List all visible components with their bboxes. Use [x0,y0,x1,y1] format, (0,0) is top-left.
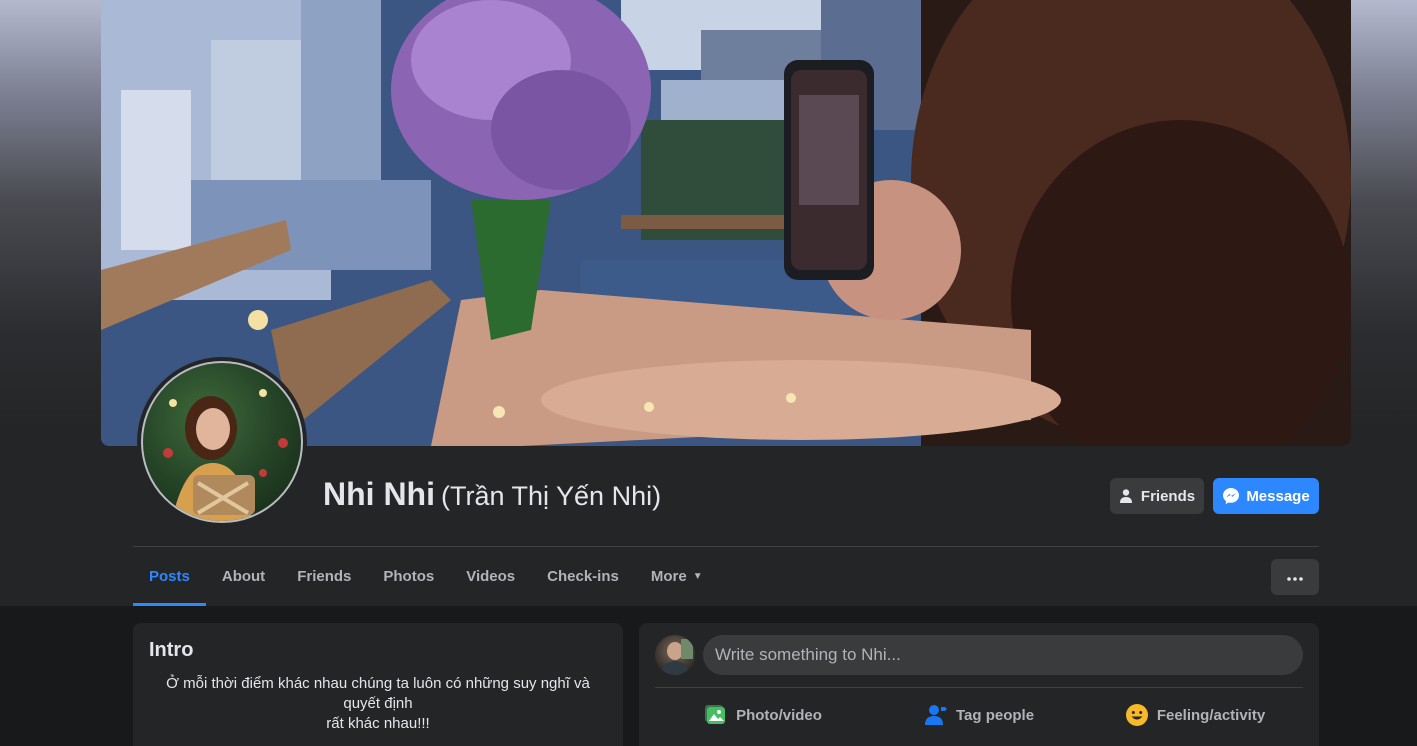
write-post-input[interactable]: Write something to Nhi... [703,635,1303,675]
tab-about[interactable]: About [206,547,281,606]
tab-videos[interactable]: Videos [450,547,531,606]
feeling-activity-button[interactable]: Feeling/activity [1087,695,1303,735]
tab-check-ins[interactable]: Check-ins [531,547,635,606]
photo-video-label: Photo/video [736,706,822,724]
intro-card: Intro Ở mỗi thời điểm khác nhau chúng ta… [133,623,623,746]
ellipsis-icon [1287,568,1303,586]
photo-icon [704,703,728,727]
tab-check-ins-label: Check-ins [547,568,619,585]
more-options-button[interactable] [1271,559,1319,595]
tab-more-label: More [650,568,687,585]
tag-people-label: Tag people [955,706,1035,724]
friends-button[interactable]: Friends [1110,478,1204,514]
profile-alternate-name: (Trần Thị Yến Nhi) [440,481,662,511]
caret-down-icon: ▼ [692,571,703,582]
tab-posts-label: Posts [149,568,190,585]
person-check-icon [1119,488,1135,504]
intro-title: Intro [149,639,194,661]
write-post-placeholder: Write something to Nhi... [715,645,901,664]
tab-more[interactable]: More ▼ [635,547,719,606]
composer-actions: Photo/video Tag people Feeling/activity [655,695,1303,735]
profile-display-name: Nhi Nhi [323,476,435,512]
profile-tabs: Posts About Friends Photos Videos Check-… [133,547,719,606]
intro-bio-line: rất khác nhau!!! [326,715,430,732]
message-button-label: Message [1246,487,1310,505]
messenger-icon [1222,487,1240,505]
tab-posts[interactable]: Posts [133,547,206,606]
composer-avatar[interactable] [655,635,695,675]
friends-button-label: Friends [1140,487,1196,505]
profile-picture[interactable] [137,357,307,527]
profile-page: Nhi Nhi (Trần Thị Yến Nhi) Friends Messag… [0,0,1417,746]
tab-videos-label: Videos [466,568,516,585]
tab-about-label: About [221,568,266,585]
avatar [141,361,303,523]
tab-photos-label: Photos [383,568,435,585]
feeling-activity-label: Feeling/activity [1156,706,1266,724]
tag-people-icon [924,703,948,727]
photo-video-button[interactable]: Photo/video [655,695,871,735]
message-button[interactable]: Message [1213,478,1319,514]
intro-bio-line: Ở mỗi thời điểm khác nhau chúng ta luôn … [166,675,590,712]
tab-photos[interactable]: Photos [367,547,450,606]
tag-people-button[interactable]: Tag people [871,695,1087,735]
smiley-icon [1125,703,1149,727]
post-composer: Write something to Nhi... Photo/video Ta… [639,623,1319,746]
tab-friends-label: Friends [297,568,352,585]
tab-friends[interactable]: Friends [281,547,367,606]
composer-divider [655,687,1303,688]
intro-bio: Ở mỗi thời điểm khác nhau chúng ta luôn … [149,674,607,734]
profile-name: Nhi Nhi (Trần Thị Yến Nhi) [323,476,661,513]
